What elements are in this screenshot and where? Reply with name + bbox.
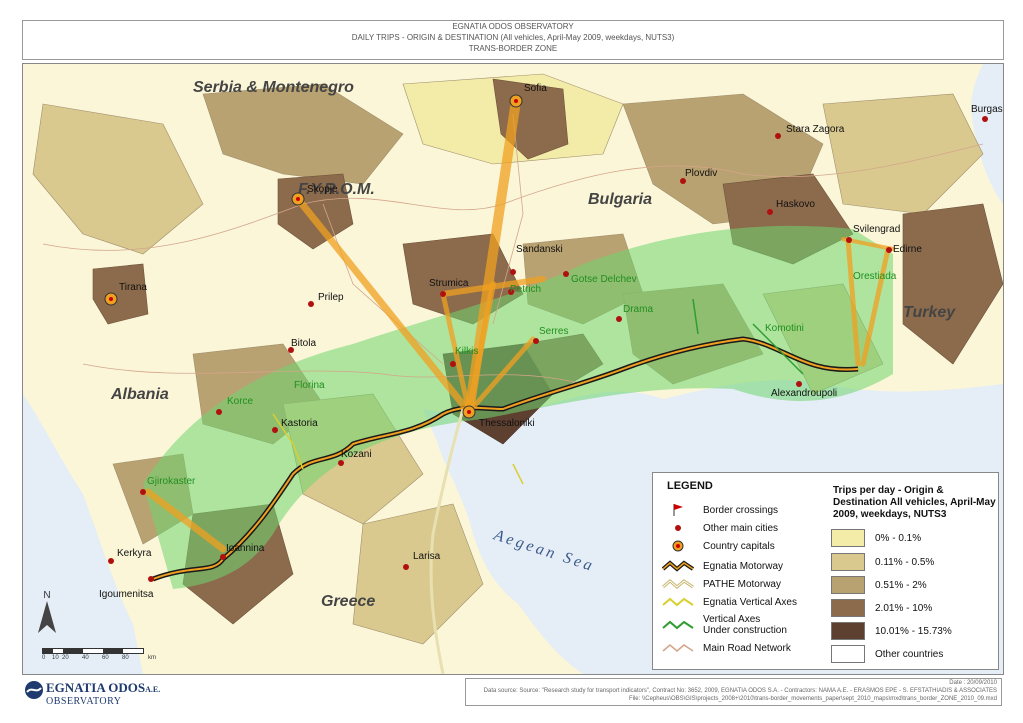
legend-class-2: 0.11% - 0.5%	[831, 553, 934, 571]
header-line2: DAILY TRIPS - ORIGIN & DESTINATION (All …	[351, 33, 675, 42]
city-thessaloniki: Thessaloniki	[479, 418, 535, 429]
classes-title: Trips per day - Origin & Destination All…	[833, 485, 996, 520]
svg-text:Kilkis: Kilkis	[455, 346, 478, 357]
legend-title: LEGEND	[667, 480, 713, 492]
legend-label: PATHE Motorway	[703, 578, 781, 590]
scale-tick: 40	[82, 655, 89, 661]
svg-text:Edirne: Edirne	[893, 244, 922, 255]
svg-text:Burgas: Burgas	[971, 104, 1003, 115]
country-label-greece: Greece	[321, 593, 375, 610]
city-skopje: Skopje	[307, 184, 338, 195]
vertical-axes-icon	[662, 597, 694, 607]
scale-tick: 10	[52, 655, 59, 661]
svg-text:Strumica: Strumica	[429, 278, 469, 289]
north-label: N	[43, 590, 51, 601]
scale-tick: 60	[102, 655, 109, 661]
pathe-line-icon	[662, 579, 694, 589]
scale-tick: 80	[122, 655, 129, 661]
svg-text:Alexandroupoli: Alexandroupoli	[771, 388, 837, 399]
north-arrow-icon	[38, 601, 56, 633]
legend-class-1: 0% - 0.1%	[831, 529, 921, 547]
svg-text:Gotse Delchev: Gotse Delchev	[571, 274, 637, 285]
country-label-serbia-l1: Serbia & Montenegro	[193, 79, 354, 96]
svg-text:Svilengrad: Svilengrad	[853, 224, 900, 235]
legend-class-5: 10.01% - 15.73%	[831, 622, 952, 640]
svg-text:Gjirokaster: Gjirokaster	[147, 476, 196, 487]
legend-label: Egnatia Vertical Axes	[703, 596, 797, 608]
svg-text:Plovdiv: Plovdiv	[685, 168, 717, 179]
footer-date: Date : 20/09/2010	[949, 680, 997, 686]
legend-label: Border crossings	[703, 504, 779, 516]
legend-label: Main Road Network	[703, 642, 791, 654]
city-tirana: Tirana	[119, 282, 147, 293]
scale-unit: km	[148, 655, 156, 661]
egnatia-logo: EGNATIA ODOSA.E. OBSERVATORY	[22, 676, 172, 712]
legend-class-other: Other countries	[831, 645, 943, 663]
logo-sub: OBSERVATORY	[46, 696, 122, 707]
legend-vertical-axes: Egnatia Vertical Axes	[661, 593, 797, 611]
legend-label: Country capitals	[703, 540, 775, 552]
logo-icon	[25, 681, 43, 699]
legend-label: Other main cities	[703, 522, 779, 534]
svg-text:Florina: Florina	[294, 380, 325, 391]
road-network-icon	[662, 644, 694, 652]
country-label-albania: Albania	[110, 386, 169, 403]
svg-text:Petrich: Petrich	[510, 284, 541, 295]
legend-label: Egnatia Motorway	[703, 560, 784, 572]
city-sofia: Sofia	[524, 83, 547, 94]
scale-bar: 0 10 20 40 60 80 km	[42, 648, 162, 668]
svg-text:Prilep: Prilep	[318, 292, 344, 303]
country-label-bulgaria: Bulgaria	[588, 191, 652, 208]
flag-icon	[673, 504, 683, 516]
map-footer: Date : 20/09/2010 Data source: Source: "…	[465, 678, 1002, 706]
legend-border-crossings: Border crossings	[661, 501, 778, 519]
svg-text:Stara Zagora: Stara Zagora	[786, 124, 845, 135]
header-line3: TRANS-BORDER ZONE	[468, 44, 558, 53]
svg-text:Bitola: Bitola	[291, 338, 316, 349]
legend-main-roads: Main Road Network	[661, 639, 791, 657]
svg-text:Komotini: Komotini	[765, 323, 804, 334]
svg-text:Haskovo: Haskovo	[776, 199, 815, 210]
svg-text:Kastoria: Kastoria	[281, 418, 318, 429]
logo-name: EGNATIA ODOSA.E.	[46, 680, 161, 695]
legend-egnatia: Egnatia Motorway	[661, 557, 783, 575]
city-dot-icon	[675, 525, 681, 531]
svg-text:Kerkyra: Kerkyra	[117, 548, 152, 559]
header-line1: EGNATIA ODOS OBSERVATORY	[452, 22, 574, 31]
legend-pathe: PATHE Motorway	[661, 575, 781, 593]
svg-text:Korce: Korce	[227, 396, 254, 407]
construction-axes-icon	[662, 620, 694, 630]
legend-capitals: Country capitals	[661, 537, 775, 555]
north-arrow: N	[36, 590, 58, 638]
legend-class-3: 0.51% - 2%	[831, 576, 927, 594]
legend-class-4: 2.01% - 10%	[831, 599, 932, 617]
map-legend: LEGEND Border crossings Other main citie…	[652, 472, 999, 670]
scale-tick: 20	[62, 655, 69, 661]
capital-icon	[672, 540, 684, 552]
footer-source: Data source: Source: "Research study for…	[483, 688, 997, 694]
svg-text:Serres: Serres	[539, 326, 568, 337]
egnatia-line-icon	[662, 560, 694, 572]
map-header: EGNATIA ODOS OBSERVATORY DAILY TRIPS - O…	[22, 20, 1004, 60]
scale-tick: 0	[42, 655, 46, 661]
country-label-turkey: Turkey	[903, 304, 956, 321]
legend-other-cities: Other main cities	[661, 519, 778, 537]
svg-text:Larisa: Larisa	[413, 551, 441, 562]
svg-text:Kozani: Kozani	[341, 449, 372, 460]
svg-text:Ioannina: Ioannina	[226, 543, 265, 554]
legend-label: Vertical Axes Under construction	[703, 614, 787, 636]
legend-under-construction: Vertical Axes Under construction	[661, 613, 787, 637]
svg-text:Drama: Drama	[623, 304, 653, 315]
footer-file: File: \\Cepheus\OBS\GIS\projects_2008+\2…	[628, 696, 997, 702]
svg-text:Sandanski: Sandanski	[516, 244, 563, 255]
svg-text:Orestiada: Orestiada	[853, 271, 897, 282]
svg-text:Igoumenitsa: Igoumenitsa	[99, 589, 154, 600]
